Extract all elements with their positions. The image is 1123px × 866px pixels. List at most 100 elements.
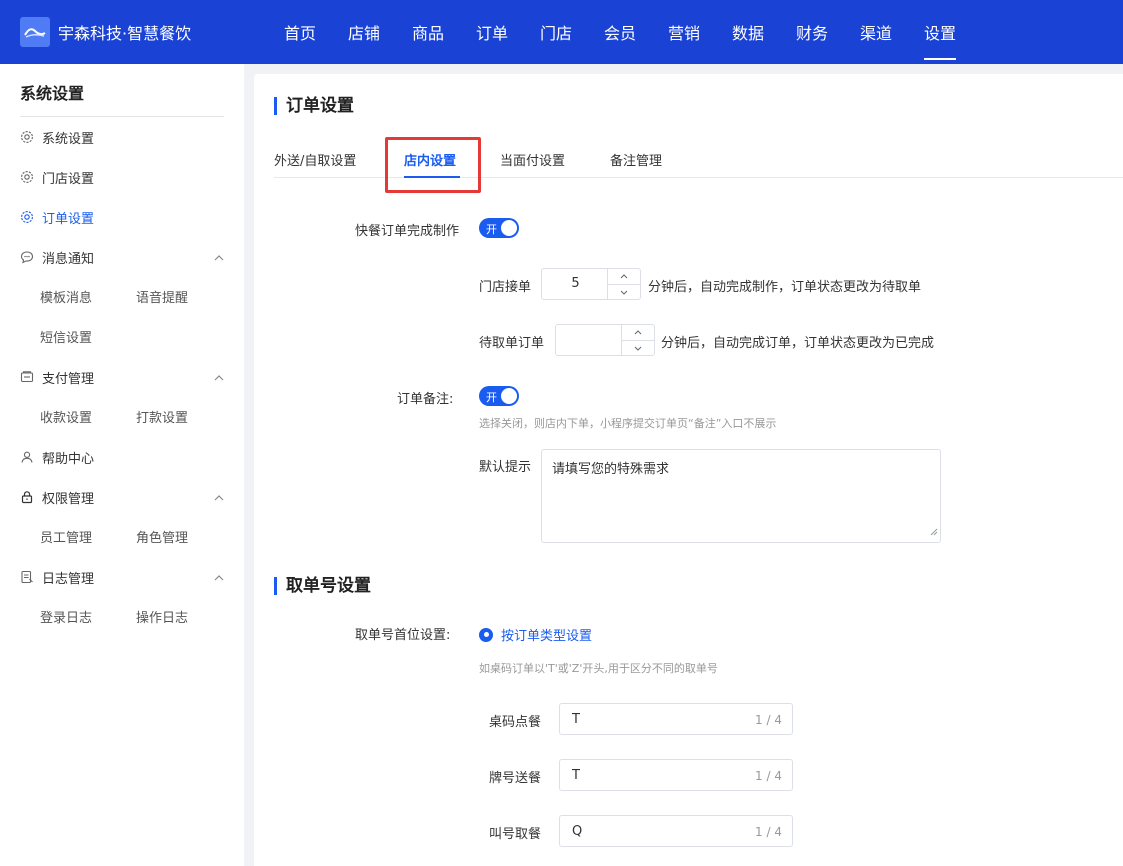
fast-order-label: 快餐订单完成制作 [355,224,460,239]
pickup-row-label: 叫号取餐 [489,827,542,842]
sidebar-item-label: 门店设置 [42,171,95,187]
sidebar-sub-staff-management[interactable]: 员工管理 [40,527,92,546]
chevron-up-icon[interactable] [214,490,224,505]
pickup-first-label: 取单号首位设置: [355,628,451,643]
nav-item-data[interactable]: 数据 [716,0,780,64]
tab-delivery-pickup[interactable]: 外送/自取设置 [274,150,356,169]
main-panel: 订单设置 外送/自取设置 店内设置 当面付设置 备注管理 快餐订单完成制作 开 … [254,74,1123,866]
by-order-type-radio[interactable]: 按订单类型设置 [479,625,592,644]
sidebar-item-permissions[interactable]: 权限管理 [20,485,228,509]
sidebar: 系统设置 系统设置 门店设置 订单设置 消息通知 模板消息 语音提醒 短信设置 … [0,64,244,866]
page-title: 订单设置 [274,96,354,116]
textarea-value: 请填写您的特殊需求 [552,462,670,477]
sidebar-sub-receipt-settings[interactable]: 收款设置 [40,407,92,426]
nav-item-members[interactable]: 会员 [588,0,652,64]
pending-order-label: 待取单订单 [479,336,545,351]
sidebar-item-order-settings[interactable]: 订单设置 [20,205,228,229]
tab-face-to-face-pay[interactable]: 当面付设置 [500,150,565,169]
gear-icon [20,130,34,144]
sidebar-sub-role-management[interactable]: 角色管理 [136,527,188,546]
nav-item-finance[interactable]: 财务 [780,0,844,64]
nav-item-channels[interactable]: 渠道 [844,0,908,64]
tab-remark-management[interactable]: 备注管理 [610,150,662,169]
settings-tabs: 外送/自取设置 店内设置 当面付设置 备注管理 [274,138,1123,178]
input-value: Q [572,824,583,839]
chevron-up-icon[interactable] [622,325,654,340]
stepper-buttons [621,325,654,355]
sidebar-item-payment[interactable]: 支付管理 [20,365,228,389]
active-tab-indicator [404,176,460,178]
chevron-down-icon[interactable] [608,284,640,299]
sidebar-sub-voice-reminder[interactable]: 语音提醒 [136,287,188,306]
nav-item-marketing[interactable]: 营销 [652,0,716,64]
chevron-up-icon[interactable] [608,269,640,284]
top-navbar: 宇森科技·智慧餐饮 首页 店铺 商品 订单 门店 会员 营销 数据 财务 渠道 … [0,0,1123,64]
sidebar-item-label: 权限管理 [42,491,95,507]
stepper-buttons [607,269,640,299]
nav-item-home[interactable]: 首页 [268,0,332,64]
radio-dot [479,627,493,642]
brand[interactable]: 宇森科技·智慧餐饮 [20,17,191,47]
pickup-row-label: 桌码点餐 [489,715,542,730]
nav-item-orders[interactable]: 订单 [460,0,524,64]
nav-item-shop[interactable]: 店铺 [332,0,396,64]
sidebar-sub-login-logs[interactable]: 登录日志 [40,607,92,626]
sidebar-item-logs[interactable]: 日志管理 [20,565,228,589]
chevron-up-icon[interactable] [214,370,224,385]
sidebar-item-label: 订单设置 [42,211,95,227]
store-accept-stepper[interactable]: 5 [541,268,641,300]
sidebar-item-notifications[interactable]: 消息通知 [20,245,228,269]
order-remark-switch[interactable]: 开 [479,386,519,406]
store-accept-suffix: 分钟后，自动完成制作，订单状态更改为待取单 [648,280,922,295]
gear-icon [20,170,34,184]
chevron-up-icon[interactable] [214,250,224,265]
sidebar-item-label: 系统设置 [42,131,95,147]
wallet-icon [20,370,34,384]
sidebar-sub-payout-settings[interactable]: 打款设置 [136,407,188,426]
char-count: 1 / 4 [755,825,782,839]
nav-item-goods[interactable]: 商品 [396,0,460,64]
nav-item-stores[interactable]: 门店 [524,0,588,64]
tag-delivery-prefix-input[interactable]: T 1 / 4 [559,759,793,791]
default-prompt-label: 默认提示 [479,460,532,475]
char-count: 1 / 4 [755,713,782,727]
sidebar-sub-template-messages[interactable]: 模板消息 [40,287,92,306]
brand-name: 宇森科技·智慧餐饮 [58,24,192,43]
switch-text: 开 [486,223,497,236]
radio-label: 按订单类型设置 [501,629,593,644]
default-prompt-textarea[interactable]: 请填写您的特殊需求 [541,449,941,543]
input-value: T [572,768,580,783]
switch-text: 开 [486,391,497,404]
switch-knob [501,220,517,236]
sidebar-item-system-settings[interactable]: 系统设置 [20,125,228,149]
fast-order-switch[interactable]: 开 [479,218,519,238]
switch-knob [501,388,517,404]
sidebar-item-label: 支付管理 [42,371,95,387]
sidebar-sub-operation-logs[interactable]: 操作日志 [136,607,188,626]
stepper-value[interactable] [556,325,623,355]
call-number-prefix-input[interactable]: Q 1 / 4 [559,815,793,847]
store-accept-label: 门店接单 [479,280,532,295]
log-icon [20,570,34,584]
sidebar-divider [20,116,224,117]
pending-order-stepper[interactable] [555,324,655,356]
stepper-value[interactable]: 5 [542,269,609,299]
sidebar-item-store-settings[interactable]: 门店设置 [20,165,228,189]
sidebar-title: 系统设置 [20,84,85,103]
chat-icon [20,250,34,264]
sidebar-item-label: 消息通知 [42,251,95,267]
order-remark-label: 订单备注: [397,392,454,407]
input-value: T [572,712,580,727]
table-code-prefix-input[interactable]: T 1 / 4 [559,703,793,735]
chevron-up-icon[interactable] [214,570,224,585]
resize-grip-icon[interactable] [930,525,938,540]
pickup-row-label: 牌号送餐 [489,771,542,786]
sidebar-item-help-center[interactable]: 帮助中心 [20,445,228,469]
sidebar-sub-sms-settings[interactable]: 短信设置 [40,327,92,346]
nav-item-settings[interactable]: 设置 [908,0,972,64]
char-count: 1 / 4 [755,769,782,783]
tab-in-store[interactable]: 店内设置 [404,150,456,169]
user-icon [20,450,34,464]
chevron-down-icon[interactable] [622,340,654,355]
sidebar-item-label: 帮助中心 [42,451,95,467]
